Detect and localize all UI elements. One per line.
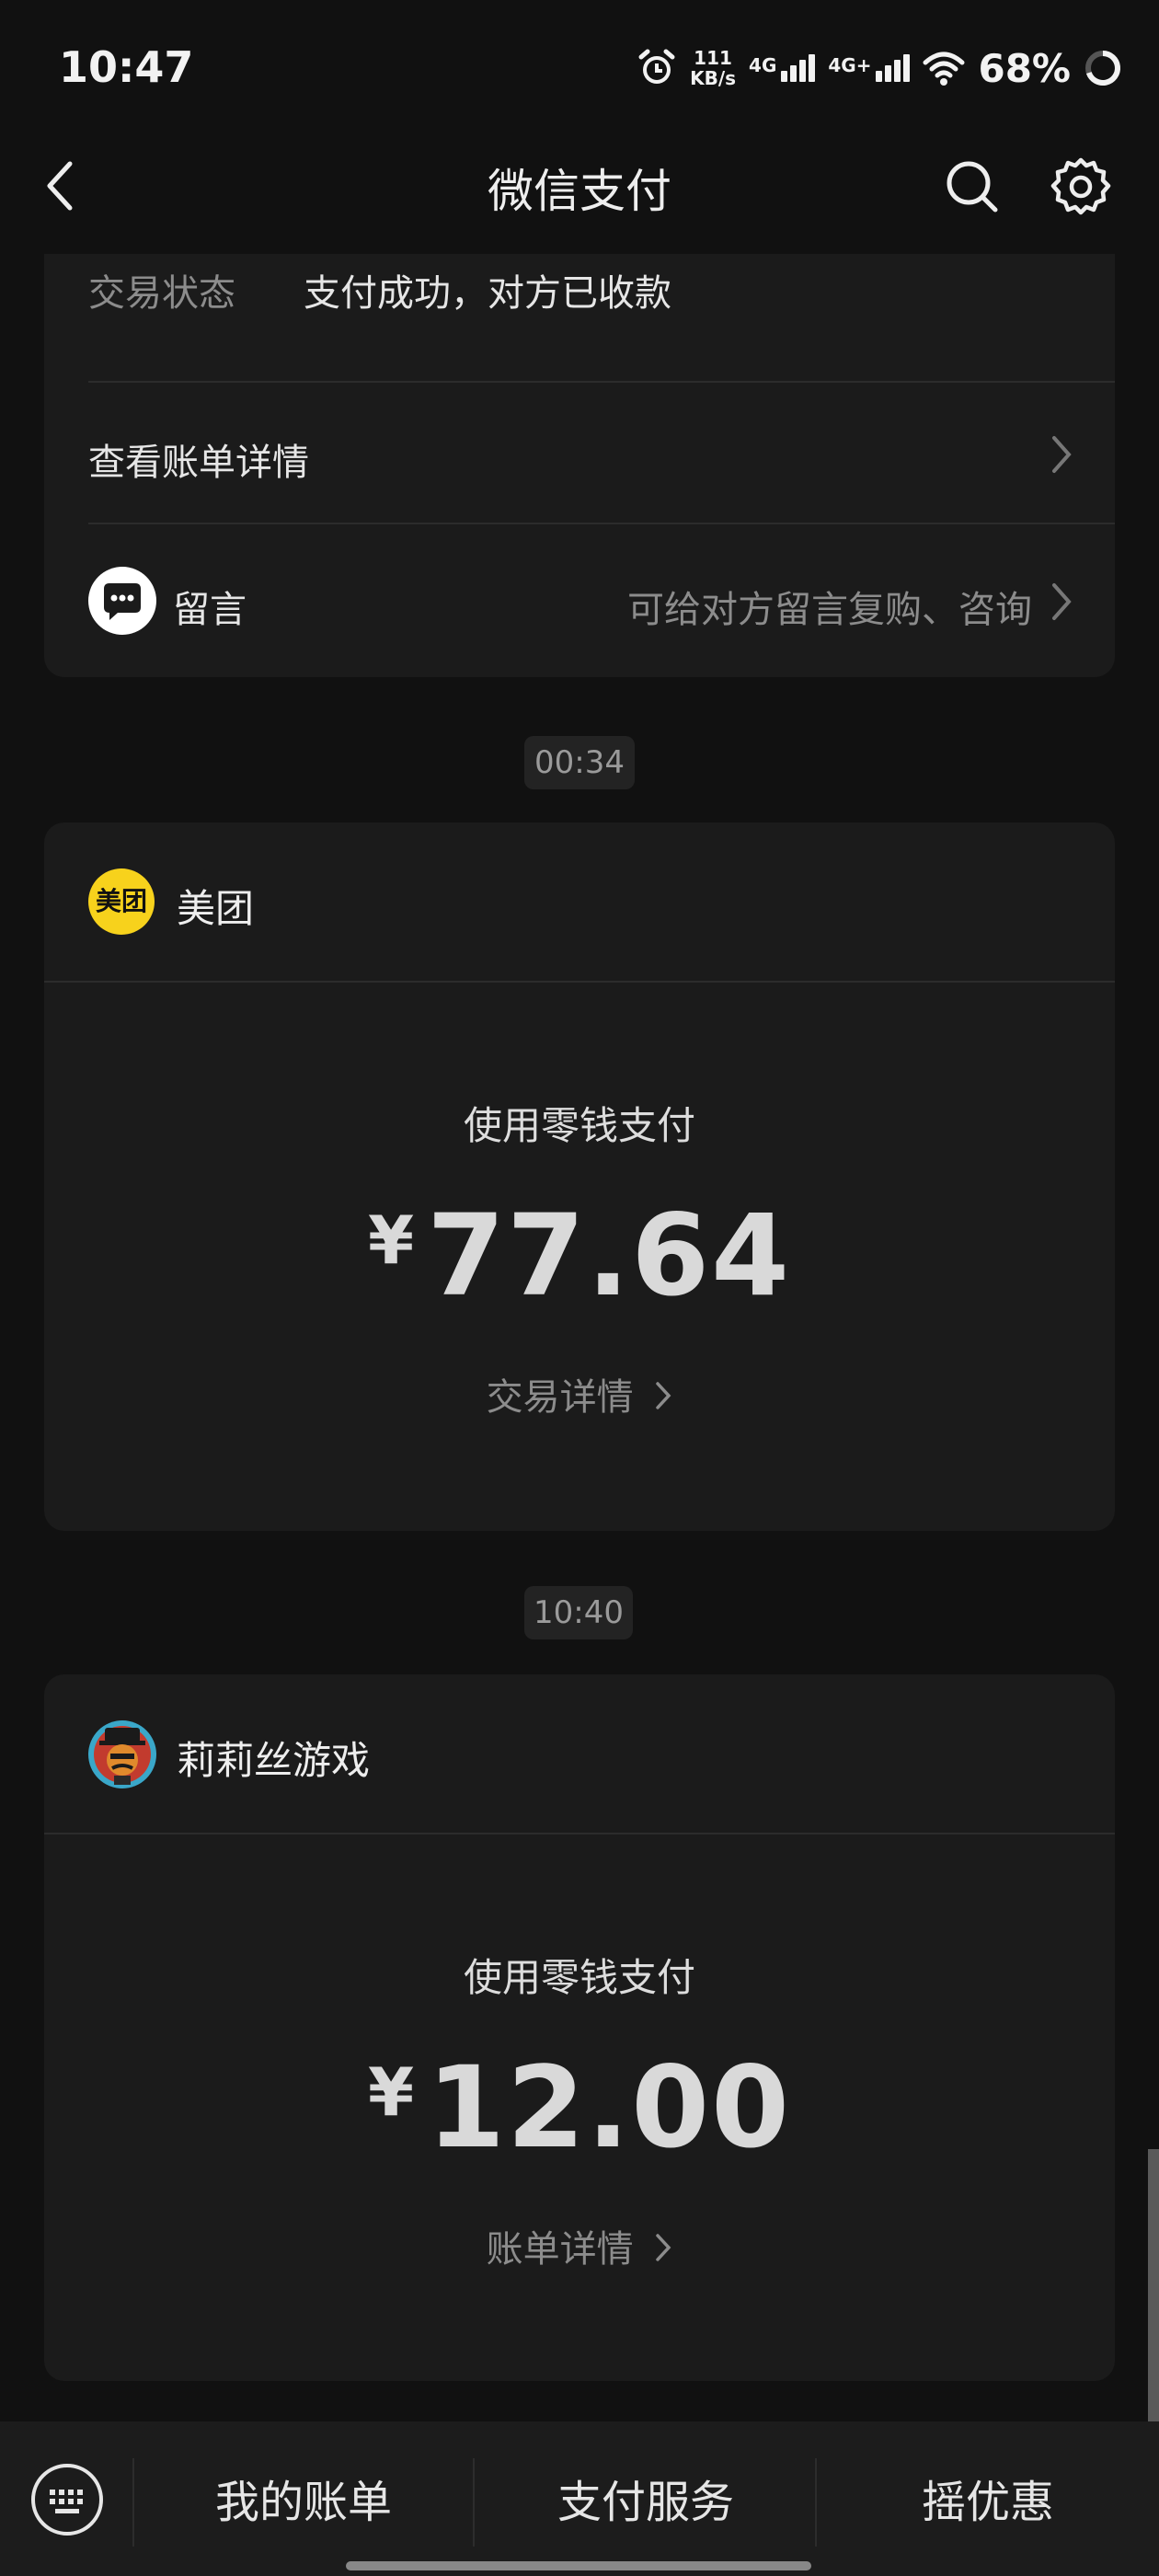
home-indicator[interactable] [346, 2561, 811, 2570]
signal-4g: 4G [749, 54, 816, 82]
signal-4g-plus-label: 4G+ [828, 54, 872, 76]
chevron-right-icon [1052, 583, 1072, 620]
signal-bar [790, 65, 798, 82]
wifi-icon [923, 52, 965, 86]
tab-shake-discounts[interactable]: 摇优惠 [850, 2466, 1126, 2530]
battery-percent: 68% [978, 45, 1071, 91]
tab-my-bills[interactable]: 我的账单 [166, 2466, 442, 2530]
chevron-right-icon [656, 1382, 671, 1409]
message-row[interactable]: 留言 可给对方留言复购、咨询 [44, 524, 1115, 672]
bill-detail-link-label: 账单详情 [486, 2228, 634, 2271]
transaction-card[interactable]: 莉莉丝游戏 使用零钱支付 ¥12.00 账单详情 [44, 1674, 1115, 2381]
scrollbar[interactable] [1148, 2149, 1159, 2425]
tab-separator [132, 2458, 134, 2547]
tab-payment-services[interactable]: 支付服务 [508, 2466, 784, 2530]
status-icons: 111 KB/s 4G 4G+ 68% [637, 40, 1122, 96]
merchant-name: 美团 [177, 886, 255, 931]
currency-symbol: ¥ [367, 1202, 415, 1279]
network-speed: 111 KB/s [690, 48, 736, 88]
status-bar: 10:47 111 KB/s 4G 4G+ 68% [0, 0, 1159, 138]
meituan-logo-text: 美团 [95, 886, 147, 916]
keyboard-icon[interactable] [29, 2462, 105, 2537]
view-bill-detail-label: 查看账单详情 [88, 442, 309, 484]
pay-method: 使用零钱支付 [463, 1955, 695, 2000]
message-hint: 可给对方留言复购、咨询 [627, 589, 1032, 631]
meituan-logo: 美团 [88, 868, 155, 935]
lilith-games-avatar [88, 1720, 156, 1788]
network-speed-value: 111 [694, 47, 732, 69]
merchant-name: 莉莉丝游戏 [177, 1738, 371, 1783]
amount: ¥77.64 [44, 1190, 1115, 1321]
currency-symbol: ¥ [367, 2053, 415, 2131]
status-value: 支付成功，对方已收款 [304, 272, 671, 315]
transaction-detail-link[interactable]: 交易详情 [44, 1367, 1115, 1420]
bill-detail-link[interactable]: 账单详情 [44, 2219, 1115, 2272]
message-label: 留言 [173, 589, 247, 631]
alarm-icon [638, 49, 675, 84]
pay-method: 使用零钱支付 [463, 1103, 695, 1148]
tab-separator [815, 2458, 817, 2547]
signal-4g-label: 4G [749, 54, 777, 76]
signal-bar [885, 65, 892, 82]
chevron-right-icon [656, 2234, 671, 2261]
signal-4g-plus: 4G+ [828, 54, 911, 82]
chevron-right-icon [1052, 436, 1072, 473]
timestamp-pill: 10:40 [524, 1586, 633, 1639]
view-bill-detail-row[interactable]: 查看账单详情 [44, 383, 1115, 523]
amount-value: 77.64 [427, 1190, 791, 1321]
divider [44, 981, 1115, 983]
signal-bar [799, 60, 807, 82]
timestamp-pill: 00:34 [524, 736, 635, 789]
amount-value: 12.00 [427, 2042, 791, 2173]
amount: ¥12.00 [44, 2042, 1115, 2173]
transaction-detail-link-label: 交易详情 [486, 1376, 634, 1419]
signal-bar [781, 71, 788, 82]
page-title: 微信支付 [488, 165, 671, 218]
status-label: 交易状态 [88, 272, 235, 315]
transaction-card[interactable]: 美团 美团 使用零钱支付 ¥77.64 交易详情 [44, 822, 1115, 1531]
signal-bar [903, 54, 911, 82]
network-speed-unit: KB/s [690, 67, 737, 89]
transaction-status-card: 交易状态 支付成功，对方已收款 查看账单详情 留言 可给对方留言复购、咨询 [44, 212, 1115, 677]
signal-bar [894, 60, 901, 82]
divider [44, 1833, 1115, 1834]
signal-bar [809, 54, 816, 82]
tab-separator [473, 2458, 475, 2547]
battery-ring-icon [1085, 51, 1120, 86]
signal-bar [876, 71, 883, 82]
message-bubble-icon [88, 567, 156, 635]
status-time: 10:47 [59, 42, 194, 92]
